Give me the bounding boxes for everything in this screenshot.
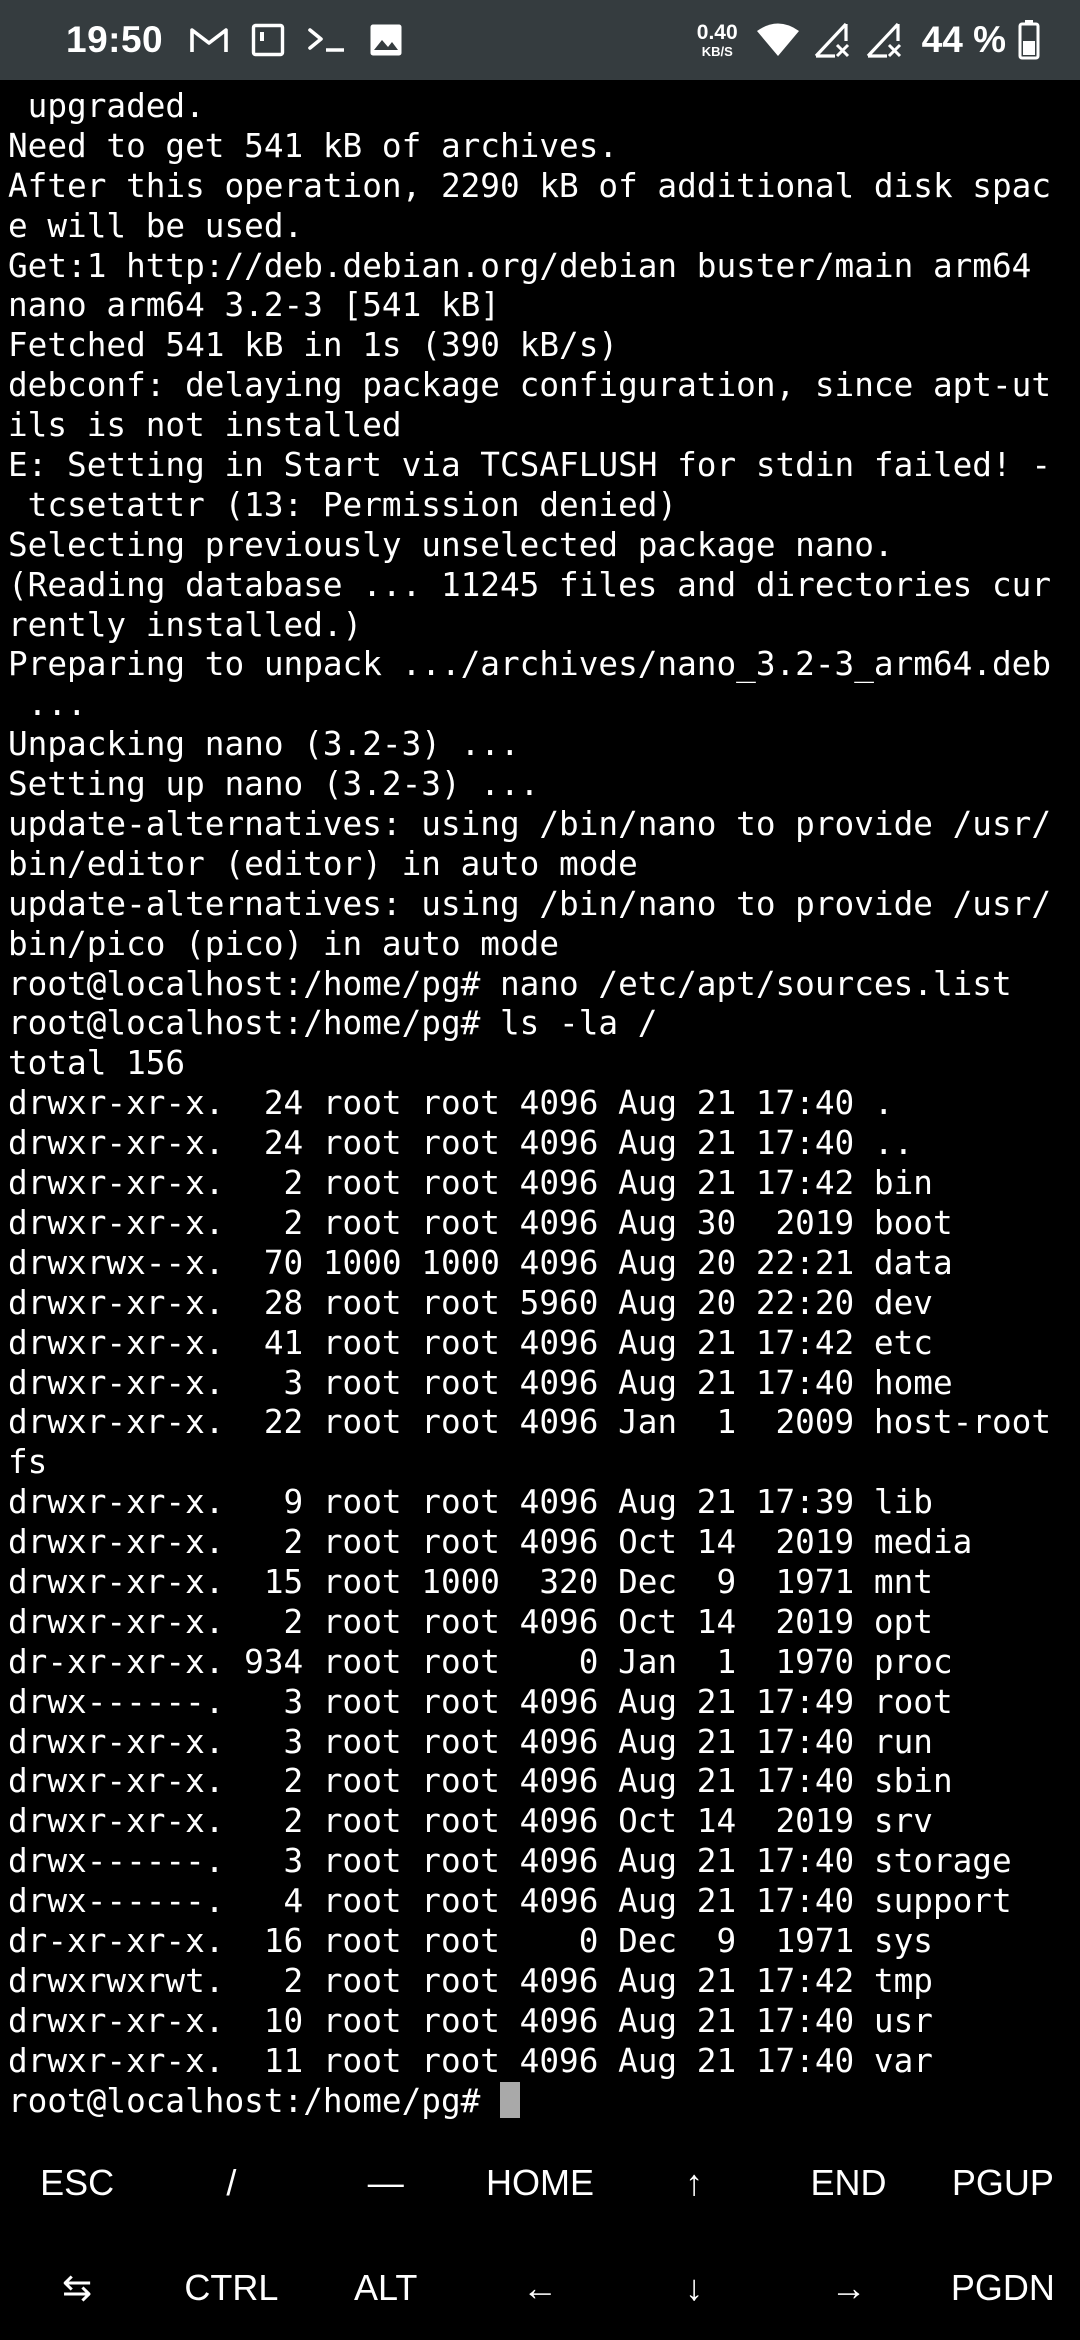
- image-icon: [370, 24, 402, 56]
- terminal-line: drwxr-xr-x. 3 root root 4096 Aug 21 17:4…: [8, 1363, 953, 1402]
- terminal-line: drwxr-xr-x. 3 root root 4096 Aug 21 17:4…: [8, 1722, 933, 1761]
- terminal-line: drwxr-xr-x. 2 root root 4096 Oct 14 2019…: [8, 1602, 933, 1641]
- terminal-line: nano arm64 3.2-3 [541 kB]: [8, 286, 500, 325]
- key-arrow-down[interactable]: ↓: [617, 2235, 771, 2340]
- network-speed-value: 0.40: [696, 21, 738, 44]
- key-arrow-right[interactable]: →: [771, 2235, 925, 2340]
- terminal-prompt-line[interactable]: root@localhost:/home/pg#: [8, 2081, 1074, 2122]
- terminal-line: root@localhost:/home/pg# nano /etc/apt/s…: [8, 964, 1012, 1003]
- terminal-line: (Reading database ... 11245 files and di…: [8, 565, 1052, 604]
- extra-keys-bar: ESC / — HOME ↑ END PGUP ⇆ CTRL ALT ← ↓ →…: [0, 2130, 1080, 2340]
- terminal-line: drwxrwx--x. 70 1000 1000 4096 Aug 20 22:…: [8, 1243, 953, 1282]
- terminal-line: bin/editor (editor) in auto mode: [8, 844, 638, 883]
- signal-no-service-icon: [814, 22, 849, 58]
- extra-keys-row-2: ⇆ CTRL ALT ← ↓ → PGDN: [0, 2235, 1080, 2340]
- terminal-line: fs: [8, 1443, 48, 1482]
- terminal-line: Selecting previously unselected package …: [8, 525, 894, 564]
- terminal-line: drwxr-xr-x. 2 root root 4096 Oct 14 2019…: [8, 1802, 933, 1841]
- terminal-line: drwxrwxrwt. 2 root root 4096 Aug 21 17:4…: [8, 1961, 933, 2000]
- terminal-prompt: root@localhost:/home/pg#: [8, 2081, 500, 2120]
- notification-icons: [189, 23, 403, 57]
- key-alt[interactable]: ALT: [309, 2235, 463, 2340]
- terminal-line: Need to get 541 kB of archives.: [8, 126, 619, 165]
- terminal-line: root@localhost:/home/pg# ls -la /: [8, 1004, 658, 1043]
- key-slash[interactable]: /: [154, 2130, 308, 2235]
- terminal-line: ...: [8, 685, 87, 724]
- terminal-line: drwxr-xr-x. 24 root root 4096 Aug 21 17:…: [8, 1124, 914, 1163]
- key-esc[interactable]: ESC: [0, 2130, 154, 2235]
- terminal-line: drwxr-xr-x. 24 root root 4096 Aug 21 17:…: [8, 1084, 894, 1123]
- terminal-line: dr-xr-xr-x. 934 root root 0 Jan 1 1970 p…: [8, 1642, 953, 1681]
- terminal-line: ils is not installed: [8, 406, 402, 445]
- terminal-line: drwx------. 3 root root 4096 Aug 21 17:4…: [8, 1842, 1012, 1881]
- terminal-line: upgraded.: [8, 87, 205, 125]
- signal-no-service-icon-2: [866, 22, 901, 58]
- terminal-line: update-alternatives: using /bin/nano to …: [8, 884, 1052, 923]
- status-time: 19:50: [66, 19, 164, 60]
- terminal-line: Fetched 541 kB in 1s (390 kB/s): [8, 326, 619, 365]
- key-arrow-up[interactable]: ↑: [617, 2130, 771, 2235]
- terminal-line: drwxr-xr-x. 22 root root 4096 Jan 1 2009…: [8, 1403, 1052, 1442]
- terminal-line: bin/pico (pico) in auto mode: [8, 924, 560, 963]
- terminal-line: update-alternatives: using /bin/nano to …: [8, 805, 1052, 844]
- key-arrow-left[interactable]: ←: [463, 2235, 617, 2340]
- terminal-line: drwxr-xr-x. 11 root root 4096 Aug 21 17:…: [8, 2041, 933, 2080]
- gmail-icon: [190, 28, 228, 52]
- network-speed-unit: KB/S: [701, 44, 733, 59]
- key-home[interactable]: HOME: [463, 2130, 617, 2235]
- battery-percent: 44 %: [921, 19, 1006, 60]
- terminal-line: E: Setting in Start via TCSAFLUSH for st…: [8, 446, 1052, 485]
- terminal-output[interactable]: upgraded. Need to get 541 kB of archives.…: [8, 87, 1074, 2121]
- terminal-line: drwxr-xr-x. 9 root root 4096 Aug 21 17:3…: [8, 1483, 933, 1522]
- terminal-line: drwxr-xr-x. 28 root root 5960 Aug 20 22:…: [8, 1283, 933, 1322]
- key-pgdn[interactable]: PGDN: [926, 2235, 1080, 2340]
- terminal-prompt-icon: [308, 28, 345, 52]
- network-speed: 0.40 KB/S: [697, 22, 738, 58]
- terminal-line: drwx------. 4 root root 4096 Aug 21 17:4…: [8, 1882, 1012, 1921]
- key-ctrl[interactable]: CTRL: [154, 2235, 308, 2340]
- terminal-line: After this operation, 2290 kB of additio…: [8, 166, 1052, 205]
- terminal-line: e will be used.: [8, 206, 304, 245]
- key-dash[interactable]: —: [309, 2130, 463, 2235]
- terminal-line: drwxr-xr-x. 15 root 1000 320 Dec 9 1971 …: [8, 1562, 933, 1601]
- notification-box-icon: [251, 23, 285, 57]
- terminal-line: drwxr-xr-x. 2 root root 4096 Aug 30 2019…: [8, 1203, 953, 1242]
- status-icons: 0.40 KB/S 44 %: [697, 19, 1040, 61]
- terminal-line: drwxr-xr-x. 2 root root 4096 Oct 14 2019…: [8, 1523, 973, 1562]
- key-tab[interactable]: ⇆: [0, 2235, 154, 2340]
- terminal-line: debconf: delaying package configuration,…: [8, 366, 1052, 405]
- terminal-line: drwx------. 3 root root 4096 Aug 21 17:4…: [8, 1682, 953, 1721]
- battery-icon: [1018, 20, 1040, 60]
- terminal-cursor: [500, 2081, 520, 2118]
- key-end[interactable]: END: [771, 2130, 925, 2235]
- terminal-line: rently installed.): [8, 605, 363, 644]
- status-bar: 19:50 0.40 KB/S 44 %: [0, 0, 1080, 80]
- wifi-icon: [756, 23, 799, 56]
- terminal-line: drwxr-xr-x. 2 root root 4096 Aug 21 17:4…: [8, 1762, 953, 1801]
- extra-keys-row-1: ESC / — HOME ↑ END PGUP: [0, 2130, 1080, 2235]
- terminal-line: dr-xr-xr-x. 16 root root 0 Dec 9 1971 sy…: [8, 1921, 933, 1960]
- terminal-line: total 156: [8, 1044, 186, 1083]
- terminal-line: tcsetattr (13: Permission denied): [8, 485, 678, 524]
- key-pgup[interactable]: PGUP: [926, 2130, 1080, 2235]
- terminal-line: drwxr-xr-x. 41 root root 4096 Aug 21 17:…: [8, 1323, 933, 1362]
- terminal-line: Get:1 http://deb.debian.org/debian buste…: [8, 246, 1032, 285]
- terminal-line: Preparing to unpack .../archives/nano_3.…: [8, 645, 1052, 684]
- terminal-line: Unpacking nano (3.2-3) ...: [8, 725, 520, 764]
- terminal-line: Setting up nano (3.2-3) ...: [8, 765, 540, 804]
- terminal-line: drwxr-xr-x. 10 root root 4096 Aug 21 17:…: [8, 2001, 933, 2040]
- terminal-line: drwxr-xr-x. 2 root root 4096 Aug 21 17:4…: [8, 1164, 933, 1203]
